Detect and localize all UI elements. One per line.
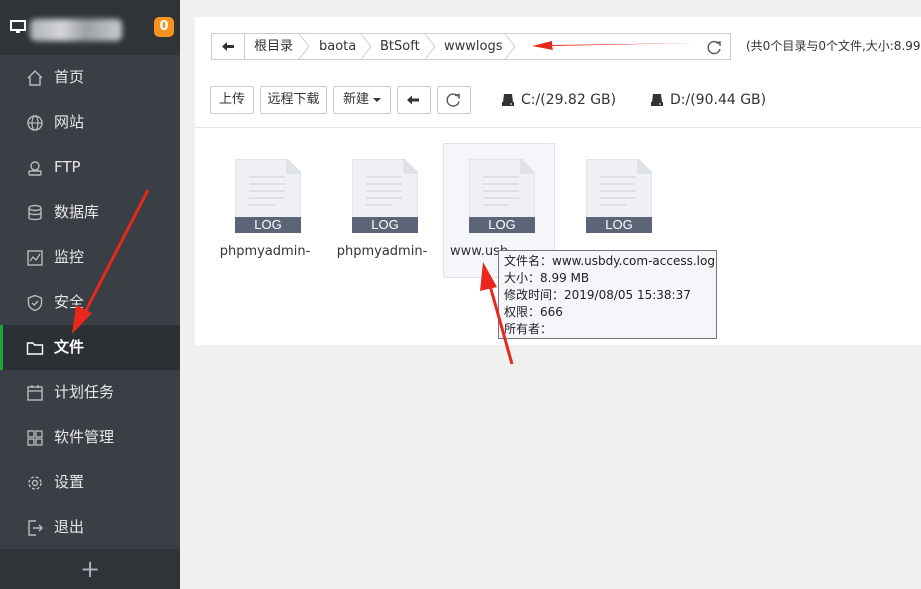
- sidebar: 0 首页 网站 FTP 数据库 监控 安全 文件 计划任务 软件管理 设置 退出…: [0, 0, 180, 589]
- file-name: phpmyadmin-: [219, 244, 311, 259]
- sidebar-item-label: 文件: [54, 338, 85, 356]
- monitor-chart-icon: [27, 250, 43, 266]
- toolbar-divider: [195, 127, 921, 128]
- sidebar-item-label: 设置: [54, 473, 85, 491]
- file-name: phpmyadmin-: [336, 244, 428, 259]
- drive-c[interactable]: C:/(29.82 GB): [501, 90, 621, 110]
- sidebar-item-label: 软件管理: [54, 428, 115, 446]
- logout-icon: [28, 520, 43, 536]
- back-button[interactable]: [397, 86, 431, 114]
- directory-info: (共0个目录与0个文件,大小:8.99 M: [746, 39, 921, 53]
- sidebar-item-label: 安全: [54, 293, 85, 311]
- tooltip-filename: 文件名：www.usbdy.com-access.log: [504, 254, 715, 268]
- caret-down-icon: [373, 97, 381, 102]
- refresh-icon: [707, 40, 721, 55]
- sidebar-item-label: 退出: [54, 518, 85, 536]
- log-file-icon: LOG: [586, 159, 652, 233]
- grid-icon: [27, 430, 43, 446]
- breadcrumb-btsoft[interactable]: BtSoft: [380, 34, 420, 59]
- notification-badge[interactable]: 0: [154, 17, 174, 37]
- add-button[interactable]: +: [80, 555, 100, 583]
- sidebar-header: 0: [0, 0, 180, 55]
- file-item[interactable]: LOG phpmyadmin-: [326, 143, 438, 278]
- file-tooltip: 文件名：www.usbdy.com-access.log 大小：8.99 MB …: [498, 250, 717, 339]
- sidebar-item-label: 计划任务: [54, 383, 115, 401]
- refresh-icon: [446, 93, 460, 107]
- sidebar-item-label: FTP: [54, 158, 81, 176]
- tooltip-size: 大小：8.99 MB: [504, 271, 590, 285]
- monitor-icon: [10, 20, 26, 33]
- shield-icon: [27, 294, 43, 312]
- arrow-left-icon: [222, 42, 234, 51]
- globe-icon: [27, 115, 43, 131]
- home-icon: [27, 70, 43, 86]
- log-file-icon: LOG: [352, 159, 418, 233]
- upload-button[interactable]: 上传: [210, 86, 254, 114]
- sidebar-item-ftp[interactable]: FTP: [0, 145, 180, 190]
- log-file-icon: LOG: [469, 159, 535, 233]
- path-bar[interactable]: 根目录 baota BtSoft wwwlogs: [211, 33, 716, 60]
- sidebar-item-website[interactable]: 网站: [0, 100, 180, 145]
- breadcrumb-wwwlogs[interactable]: wwwlogs: [444, 34, 503, 59]
- username-blurred: [30, 19, 122, 41]
- sidebar-item-label: 监控: [54, 248, 85, 266]
- calendar-icon: [27, 385, 43, 401]
- file-badge: LOG: [371, 217, 398, 232]
- breadcrumb-root[interactable]: 根目录: [254, 34, 293, 59]
- chevron-right-icon: [360, 34, 372, 59]
- file-item[interactable]: LOG phpmyadmin-: [209, 143, 321, 278]
- sidebar-item-settings[interactable]: 设置: [0, 460, 180, 505]
- new-button-label: 新建: [342, 92, 369, 107]
- sidebar-item-monitor[interactable]: 监控: [0, 235, 180, 280]
- sidebar-item-home[interactable]: 首页: [0, 55, 180, 100]
- sidebar-item-label: 数据库: [54, 203, 100, 221]
- file-badge: LOG: [488, 217, 515, 232]
- sidebar-item-logout[interactable]: 退出: [0, 505, 180, 550]
- path-back-button[interactable]: [212, 34, 245, 59]
- sidebar-item-files[interactable]: 文件: [0, 325, 180, 370]
- database-icon: [28, 204, 42, 221]
- remote-download-button[interactable]: 远程下载: [260, 86, 327, 114]
- ftp-icon: [28, 161, 42, 176]
- arrow-left-icon: [407, 95, 419, 105]
- gear-icon: [28, 476, 42, 490]
- refresh-button[interactable]: [437, 86, 471, 114]
- sidebar-item-label: 网站: [54, 113, 85, 131]
- file-badge: LOG: [605, 217, 632, 232]
- hard-drive-icon: [502, 94, 514, 106]
- chevron-right-icon: [424, 34, 436, 59]
- sidebar-item-label: 首页: [54, 68, 85, 86]
- file-badge: LOG: [254, 217, 281, 232]
- breadcrumb-baota[interactable]: baota: [319, 34, 356, 59]
- sidebar-item-database[interactable]: 数据库: [0, 190, 180, 235]
- tooltip-owner: 所有者：: [504, 322, 553, 336]
- drive-label: D:/(90.44 GB): [670, 92, 767, 108]
- sidebar-item-security[interactable]: 安全: [0, 280, 180, 325]
- sidebar-footer: +: [0, 549, 180, 589]
- chevron-right-icon: [504, 34, 516, 59]
- tooltip-permission: 权限：666: [504, 305, 563, 319]
- new-button[interactable]: 新建: [333, 86, 391, 114]
- folder-icon: [26, 342, 44, 355]
- hard-drive-icon: [651, 94, 663, 106]
- tooltip-mtime: 修改时间：2019/08/05 15:38:37: [504, 288, 691, 302]
- path-refresh-button[interactable]: [698, 33, 731, 60]
- sidebar-item-cron[interactable]: 计划任务: [0, 370, 180, 415]
- chevron-right-icon: [298, 34, 310, 59]
- drive-d[interactable]: D:/(90.44 GB): [650, 90, 770, 110]
- sidebar-item-software[interactable]: 软件管理: [0, 415, 180, 460]
- drive-label: C:/(29.82 GB): [521, 92, 617, 108]
- log-file-icon: LOG: [235, 159, 301, 233]
